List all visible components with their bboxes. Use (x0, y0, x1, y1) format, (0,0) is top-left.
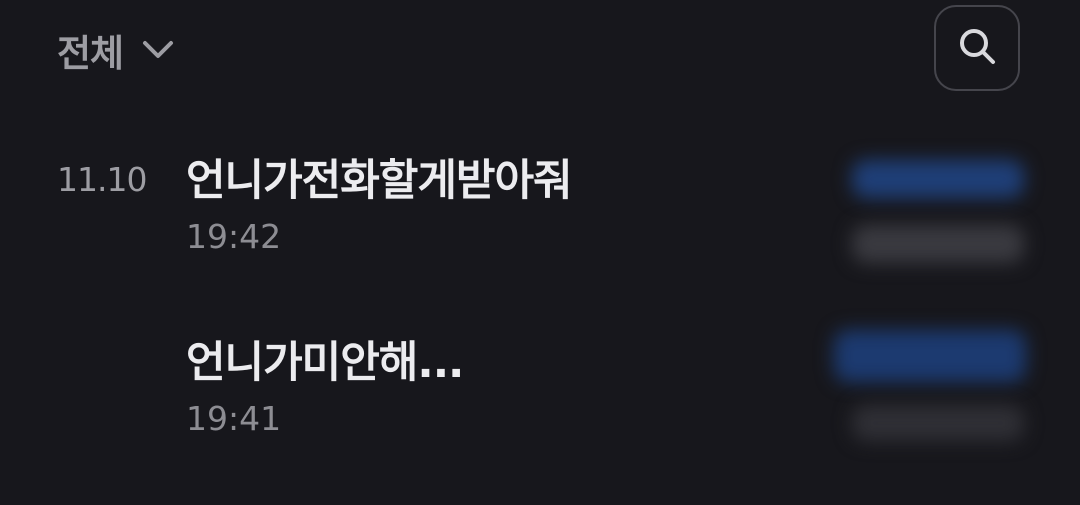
message-title: 언니가전화할게받아줘 (186, 156, 573, 206)
search-button[interactable] (934, 5, 1020, 91)
blurred-content (852, 225, 1024, 263)
filter-dropdown[interactable]: 전체 (57, 24, 175, 76)
chevron-down-icon (141, 33, 175, 67)
message-time: 19:42 (186, 217, 282, 256)
search-icon (956, 25, 998, 71)
list-item[interactable]: 언니가미안해... 19:41 (186, 337, 826, 439)
message-title: 언니가미안해... (186, 338, 464, 388)
blurred-content (834, 330, 1026, 382)
message-list-screen: 전체 11.10 언니가전화할게받아줘 19:42 언니가미안해... 19:4… (0, 0, 1080, 505)
date-label: 11.10 (57, 160, 147, 199)
blurred-content (852, 160, 1024, 198)
message-time: 19:41 (186, 399, 282, 438)
blurred-content (852, 405, 1024, 441)
list-item[interactable]: 언니가전화할게받아줘 19:42 (186, 155, 826, 257)
filter-label: 전체 (57, 32, 124, 75)
